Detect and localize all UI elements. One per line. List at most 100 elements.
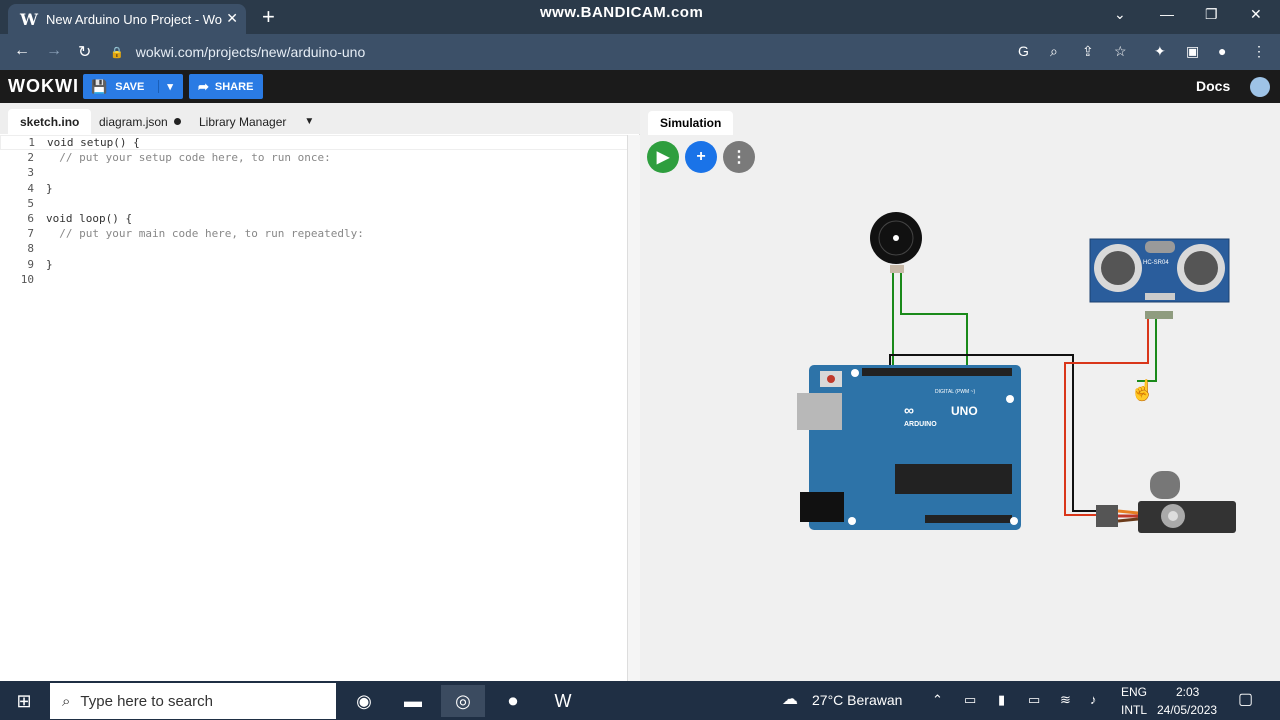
line-number: 10 <box>20 272 34 286</box>
back-icon[interactable]: ← <box>14 42 30 60</box>
weather-text[interactable]: 27°C Berawan <box>812 692 902 708</box>
forward-icon[interactable]: → <box>46 42 62 60</box>
line-text: // put your setup code here, to run once… <box>46 151 331 165</box>
save-icon: 💾 <box>91 78 108 94</box>
code-line[interactable]: 1 void setup() { <box>0 135 628 151</box>
google-icon[interactable]: G <box>1018 43 1029 59</box>
code-line[interactable]: 2 // put your setup code here, to run on… <box>0 150 628 165</box>
wokwi-header: WOKWI 💾 SAVE ▾ ➦ SHARE Docs <box>0 70 1280 103</box>
minimize-icon[interactable]: — <box>1160 6 1174 22</box>
restore-icon[interactable]: ❐ <box>1205 6 1218 23</box>
docs-link[interactable]: Docs <box>1196 78 1230 94</box>
menu-icon[interactable]: ⋮ <box>1252 43 1266 60</box>
wokwi-favicon-icon: W <box>20 9 38 29</box>
profile-icon[interactable]: ● <box>1218 43 1226 59</box>
tab-search-icon[interactable]: ⌄ <box>1114 6 1126 23</box>
reload-icon[interactable]: ↻ <box>78 42 91 62</box>
usb-icon[interactable]: ▮ <box>998 692 1005 708</box>
unsaved-dot-icon <box>173 118 181 125</box>
battery-icon[interactable]: ▭ <box>1028 692 1040 708</box>
new-tab-button[interactable]: + <box>262 4 275 30</box>
browser-tab[interactable]: W New Arduino Uno Project - Wokwi ✕ <box>8 4 246 34</box>
line-number: 6 <box>27 212 34 226</box>
code-line[interactable]: 6 void loop() { <box>0 211 628 226</box>
recorder-watermark: www.BANDICAM.com <box>540 4 704 21</box>
code-editor-pane: sketch.ino diagram.json Library Manager ▼… <box>0 103 640 681</box>
ultrasonic-sensor[interactable]: HC-SR04 <box>1089 238 1230 319</box>
tray-expand-icon[interactable]: ⌃ <box>932 692 943 708</box>
code-line[interactable]: 3 <box>0 165 628 180</box>
code-line[interactable]: 5 <box>0 196 628 211</box>
svg-text:∞: ∞ <box>904 402 914 418</box>
code-line[interactable]: 8 <box>0 241 628 256</box>
bookmark-icon[interactable]: ☆ <box>1114 43 1127 60</box>
chrome-icon[interactable]: ◎ <box>441 685 485 717</box>
tab-diagram[interactable]: diagram.json <box>87 109 193 134</box>
weather-icon: ☁ <box>782 691 798 708</box>
line-number: 3 <box>27 166 34 180</box>
clock-time[interactable]: 2:03 <box>1176 685 1199 699</box>
notifications-icon[interactable]: ▢ <box>1238 689 1253 709</box>
digital-label: DIGITAL (PWM ~) <box>935 389 975 395</box>
tab-title: New Arduino Uno Project - Wokwi <box>45 11 222 27</box>
line-text: } <box>46 181 53 195</box>
clock-date[interactable]: 24/05/2023 <box>1157 703 1217 717</box>
arduino-label: ARDUINO <box>904 421 937 428</box>
line-number: 1 <box>28 136 35 150</box>
save-button[interactable]: 💾 SAVE ▾ <box>83 74 183 99</box>
sidepanel-icon[interactable]: ▣ <box>1186 43 1199 60</box>
wokwi-logo[interactable]: WOKWI <box>8 76 79 97</box>
line-number: 7 <box>27 227 34 241</box>
editor-tabs: sketch.ino diagram.json Library Manager ▼ <box>0 103 640 134</box>
chevron-down-icon[interactable]: ▼ <box>304 116 314 127</box>
taskbar-search-input[interactable]: ⌕ Type here to search <box>50 683 336 719</box>
windows-taskbar: ⊞ ⌕ Type here to search ◉ ▬ ◎ ⏺ W ☁ 27°C… <box>0 681 1280 720</box>
share-icon: ➦ <box>198 78 209 94</box>
uno-label: UNO <box>951 404 978 418</box>
save-dropdown-icon[interactable]: ▾ <box>158 80 173 93</box>
search-placeholder: Type here to search <box>80 692 213 710</box>
power-wire[interactable] <box>1064 318 1149 516</box>
share-label: SHARE <box>214 80 254 93</box>
bandicam-icon[interactable]: ⏺ <box>491 685 535 717</box>
line-number: 8 <box>27 242 34 256</box>
extensions-icon[interactable]: ✦ <box>1154 43 1166 60</box>
tab-library-manager[interactable]: Library Manager ▼ <box>187 109 326 134</box>
arduino-uno[interactable]: ∞ UNO ARDUINO DIGITAL (PWM ~) <box>797 365 1021 530</box>
avatar[interactable] <box>1250 77 1270 97</box>
buzzer[interactable] <box>870 212 922 273</box>
circuit-diagram[interactable]: HC-SR04 ∞ UNO ARDUINO DIGITAL (PWM ~) ☝ <box>640 103 1280 681</box>
search-icon: ⌕ <box>62 692 71 710</box>
wifi-icon[interactable]: ≋ <box>1060 692 1071 708</box>
file-explorer-icon[interactable]: ▬ <box>391 685 435 717</box>
code-line[interactable]: 7 // put your main code here, to run rep… <box>0 226 628 241</box>
close-tab-icon[interactable]: ✕ <box>226 10 238 27</box>
share-page-icon[interactable]: ⇪ <box>1082 43 1094 60</box>
browser-toolbar: ← → ↻ 🔒 wokwi.com/projects/new/arduino-u… <box>0 34 1280 70</box>
volume-icon[interactable]: ♪ <box>1090 692 1097 707</box>
code-area[interactable]: 1 void setup() { 2 // put your setup code… <box>0 135 628 287</box>
language-bottom[interactable]: INTL <box>1121 703 1147 717</box>
code-line[interactable]: 4} <box>0 181 628 196</box>
servo-motor[interactable] <box>1096 471 1236 533</box>
sensor-signal-wire[interactable] <box>1137 318 1157 382</box>
windows-start-icon[interactable]: ⊞ <box>2 685 46 717</box>
tab-label: sketch.ino <box>20 114 80 129</box>
buzzer-wire-2[interactable] <box>900 271 968 368</box>
edge-icon[interactable]: ◉ <box>342 685 386 717</box>
tab-sketch[interactable]: sketch.ino <box>8 109 92 134</box>
zoom-icon[interactable]: ⌕ <box>1050 43 1058 60</box>
line-text: } <box>46 257 53 271</box>
code-line[interactable]: 10 <box>0 272 628 287</box>
code-line[interactable]: 9} <box>0 257 628 272</box>
language-top[interactable]: ENG <box>1121 685 1147 699</box>
browser-titlebar: W New Arduino Uno Project - Wokwi ✕ + ww… <box>0 0 1280 34</box>
url-text: wokwi.com/projects/new/arduino-uno <box>135 44 366 60</box>
word-icon[interactable]: W <box>541 685 585 717</box>
tab-label: Library Manager <box>199 114 287 129</box>
address-bar[interactable]: 🔒 wokwi.com/projects/new/arduino-uno <box>110 39 1010 65</box>
share-button[interactable]: ➦ SHARE <box>189 74 263 99</box>
editor-scrollbar[interactable] <box>627 135 640 681</box>
close-window-icon[interactable]: ✕ <box>1250 6 1262 23</box>
network-icon[interactable]: ▭ <box>964 692 976 708</box>
